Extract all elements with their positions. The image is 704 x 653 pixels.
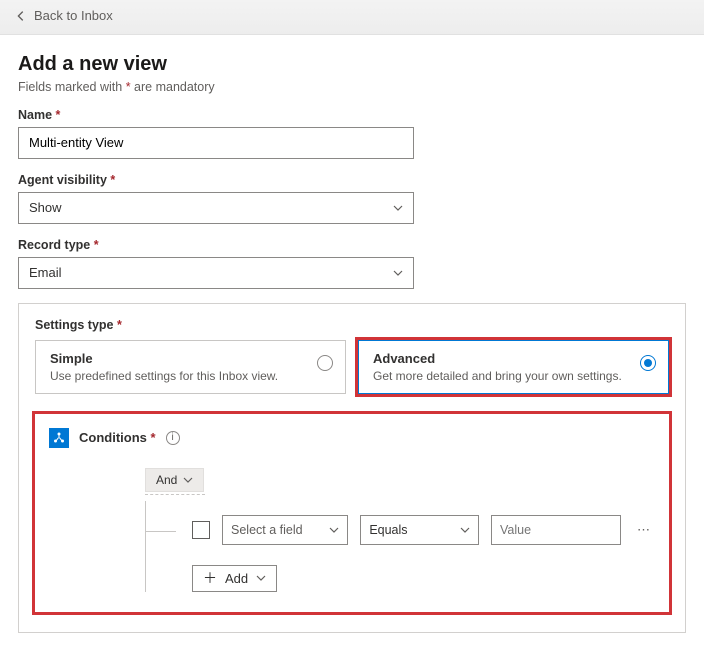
conditions-section: Conditions * i And Select a field — [35, 414, 669, 612]
settings-type-advanced-option[interactable]: Advanced Get more detailed and bring you… — [358, 340, 669, 394]
condition-operator-select[interactable]: Equals — [360, 515, 479, 545]
simple-title: Simple — [50, 351, 305, 366]
arrow-left-icon — [14, 9, 28, 23]
conditions-icon — [49, 428, 69, 448]
condition-field-select[interactable]: Select a field — [222, 515, 348, 545]
agent-visibility-select[interactable]: Show — [18, 192, 414, 224]
back-link-text: Back to Inbox — [34, 8, 113, 23]
agent-visibility-value: Show — [29, 200, 62, 215]
chevron-down-icon — [256, 573, 266, 583]
chevron-down-icon — [329, 525, 339, 535]
simple-desc: Use predefined settings for this Inbox v… — [50, 369, 305, 383]
add-condition-button[interactable]: ＋ Add — [192, 565, 277, 592]
chevron-down-icon — [393, 268, 403, 278]
mandatory-note: Fields marked with * are mandatory — [18, 80, 686, 94]
condition-row: Select a field Equals ⋯ — [176, 501, 655, 545]
record-type-value: Email — [29, 265, 62, 280]
condition-value-input[interactable] — [491, 515, 621, 545]
record-type-select[interactable]: Email — [18, 257, 414, 289]
condition-operator-value: Equals — [369, 523, 407, 537]
back-to-inbox-link[interactable]: Back to Inbox — [14, 8, 113, 23]
logic-operator-select[interactable]: And — [145, 468, 204, 492]
advanced-desc: Get more detailed and bring your own set… — [373, 369, 628, 383]
name-input[interactable] — [18, 127, 414, 159]
plus-icon: ＋ — [203, 571, 217, 585]
advanced-title: Advanced — [373, 351, 628, 366]
record-type-label: Record type * — [18, 238, 686, 252]
radio-selected-icon — [640, 355, 656, 371]
settings-type-simple-option[interactable]: Simple Use predefined settings for this … — [35, 340, 346, 394]
condition-field-placeholder: Select a field — [231, 523, 303, 537]
conditions-title: Conditions * — [79, 430, 156, 445]
condition-more-button[interactable]: ⋯ — [633, 522, 655, 538]
radio-unselected-icon — [317, 355, 333, 371]
logic-operator-value: And — [156, 473, 177, 487]
settings-type-label: Settings type * — [35, 318, 669, 332]
condition-checkbox[interactable] — [192, 521, 210, 539]
info-icon[interactable]: i — [166, 431, 180, 445]
chevron-down-icon — [393, 203, 403, 213]
page-title: Add a new view — [18, 53, 686, 76]
add-label: Add — [225, 571, 248, 586]
chevron-down-icon — [183, 475, 193, 485]
settings-panel: Settings type * Simple Use predefined se… — [18, 303, 686, 633]
name-label: Name * — [18, 108, 686, 122]
agent-visibility-label: Agent visibility * — [18, 173, 686, 187]
tree-connector — [145, 494, 205, 495]
chevron-down-icon — [460, 525, 470, 535]
